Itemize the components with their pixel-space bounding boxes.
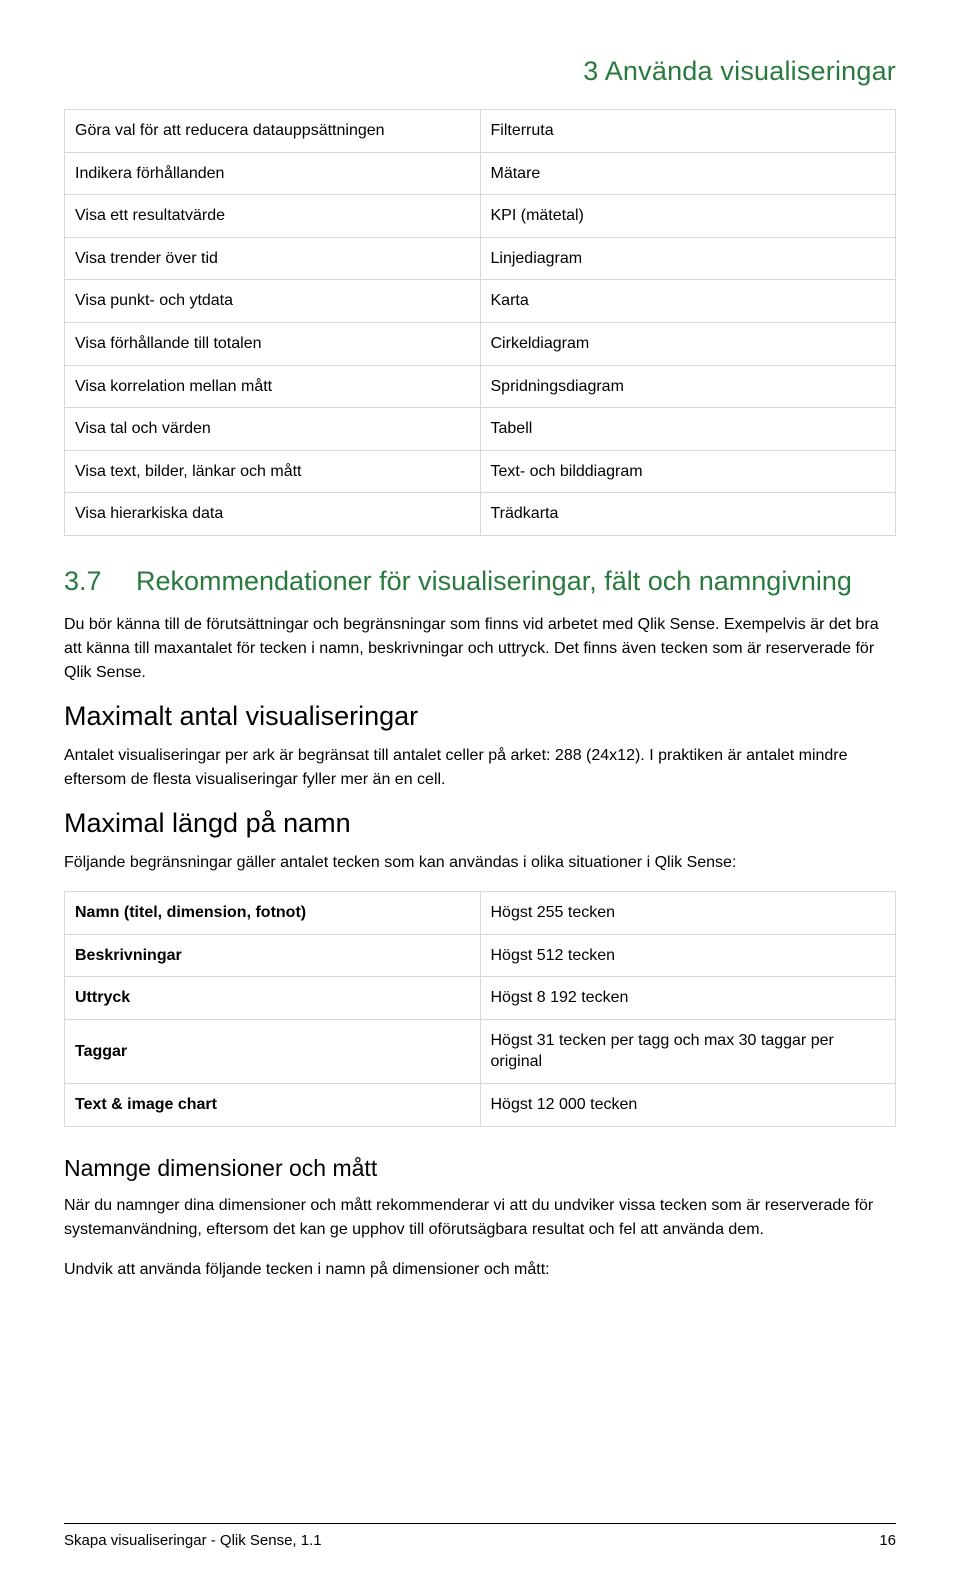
table-row: Visa tal och värdenTabell — [65, 408, 896, 451]
table-row: Visa punkt- och ytdataKarta — [65, 280, 896, 323]
table-cell-limit: Högst 12 000 tecken — [480, 1084, 896, 1127]
table-cell-purpose: Visa trender över tid — [65, 237, 481, 280]
table-row: Göra val för att reducera datauppsättnin… — [65, 110, 896, 153]
table-cell-purpose: Göra val för att reducera datauppsättnin… — [65, 110, 481, 153]
table-row: Visa ett resultatvärdeKPI (mätetal) — [65, 195, 896, 238]
table-cell-visualization: Filterruta — [480, 110, 896, 153]
table-cell-visualization: Text- och bilddiagram — [480, 450, 896, 493]
table-cell-purpose: Visa ett resultatvärde — [65, 195, 481, 238]
footer-doc-title: Skapa visualiseringar - Qlik Sense, 1.1 — [64, 1532, 322, 1549]
table-row: Namn (titel, dimension, fotnot)Högst 255… — [65, 892, 896, 935]
table-cell-visualization: Trädkarta — [480, 493, 896, 536]
naming-paragraph-2: Undvik att använda följande tecken i nam… — [64, 1258, 896, 1282]
table-cell-visualization: Karta — [480, 280, 896, 323]
footer-rule — [64, 1523, 896, 1524]
section-3-7-paragraph: Du bör känna till de förutsättningar och… — [64, 613, 896, 685]
table-row: Indikera förhållandenMätare — [65, 152, 896, 195]
table-cell-limit: Högst 8 192 tecken — [480, 977, 896, 1020]
table-cell-name-type: Taggar — [65, 1019, 481, 1083]
table-row: Visa trender över tidLinjediagram — [65, 237, 896, 280]
table-cell-visualization: Spridningsdiagram — [480, 365, 896, 408]
naming-paragraph-1: När du namnger dina dimensioner och mått… — [64, 1194, 896, 1242]
table-row: Visa förhållande till totalenCirkeldiagr… — [65, 322, 896, 365]
table-cell-name-type: Beskrivningar — [65, 934, 481, 977]
section-title: Rekommendationer för visualiseringar, fä… — [136, 566, 852, 596]
table-cell-purpose: Visa förhållande till totalen — [65, 322, 481, 365]
section-number: 3.7 — [64, 564, 136, 599]
max-visualizations-heading: Maximalt antal visualiseringar — [64, 701, 896, 732]
table-cell-limit: Högst 255 tecken — [480, 892, 896, 935]
page-footer: Skapa visualiseringar - Qlik Sense, 1.1 … — [64, 1523, 896, 1549]
table-row: TaggarHögst 31 tecken per tagg och max 3… — [65, 1019, 896, 1083]
table-row: BeskrivningarHögst 512 tecken — [65, 934, 896, 977]
max-name-length-heading: Maximal längd på namn — [64, 808, 896, 839]
table-cell-visualization: Tabell — [480, 408, 896, 451]
table-row: Text & image chartHögst 12 000 tecken — [65, 1084, 896, 1127]
table-cell-purpose: Visa tal och värden — [65, 408, 481, 451]
footer-page-number: 16 — [879, 1532, 896, 1549]
table-cell-purpose: Visa text, bilder, länkar och mått — [65, 450, 481, 493]
purpose-visualization-table: Göra val för att reducera datauppsättnin… — [64, 109, 896, 536]
table-cell-purpose: Indikera förhållanden — [65, 152, 481, 195]
naming-dimensions-heading: Namnge dimensioner och mått — [64, 1155, 896, 1182]
table-cell-visualization: KPI (mätetal) — [480, 195, 896, 238]
max-visualizations-paragraph: Antalet visualiseringar per ark är begrä… — [64, 744, 896, 792]
table-row: Visa text, bilder, länkar och måttText- … — [65, 450, 896, 493]
table-cell-limit: Högst 31 tecken per tagg och max 30 tagg… — [480, 1019, 896, 1083]
table-row: UttryckHögst 8 192 tecken — [65, 977, 896, 1020]
table-cell-purpose: Visa hierarkiska data — [65, 493, 481, 536]
table-cell-name-type: Namn (titel, dimension, fotnot) — [65, 892, 481, 935]
table-cell-visualization: Linjediagram — [480, 237, 896, 280]
max-name-length-paragraph: Följande begränsningar gäller antalet te… — [64, 851, 896, 875]
name-length-limits-table: Namn (titel, dimension, fotnot)Högst 255… — [64, 891, 896, 1127]
table-cell-name-type: Text & image chart — [65, 1084, 481, 1127]
table-cell-purpose: Visa punkt- och ytdata — [65, 280, 481, 323]
table-cell-visualization: Cirkeldiagram — [480, 322, 896, 365]
chapter-header: 3 Använda visualiseringar — [64, 56, 896, 87]
table-row: Visa hierarkiska dataTrädkarta — [65, 493, 896, 536]
table-cell-name-type: Uttryck — [65, 977, 481, 1020]
section-3-7-heading: 3.7Rekommendationer för visualiseringar,… — [64, 564, 896, 599]
table-cell-visualization: Mätare — [480, 152, 896, 195]
table-cell-limit: Högst 512 tecken — [480, 934, 896, 977]
table-row: Visa korrelation mellan måttSpridningsdi… — [65, 365, 896, 408]
table-cell-purpose: Visa korrelation mellan mått — [65, 365, 481, 408]
